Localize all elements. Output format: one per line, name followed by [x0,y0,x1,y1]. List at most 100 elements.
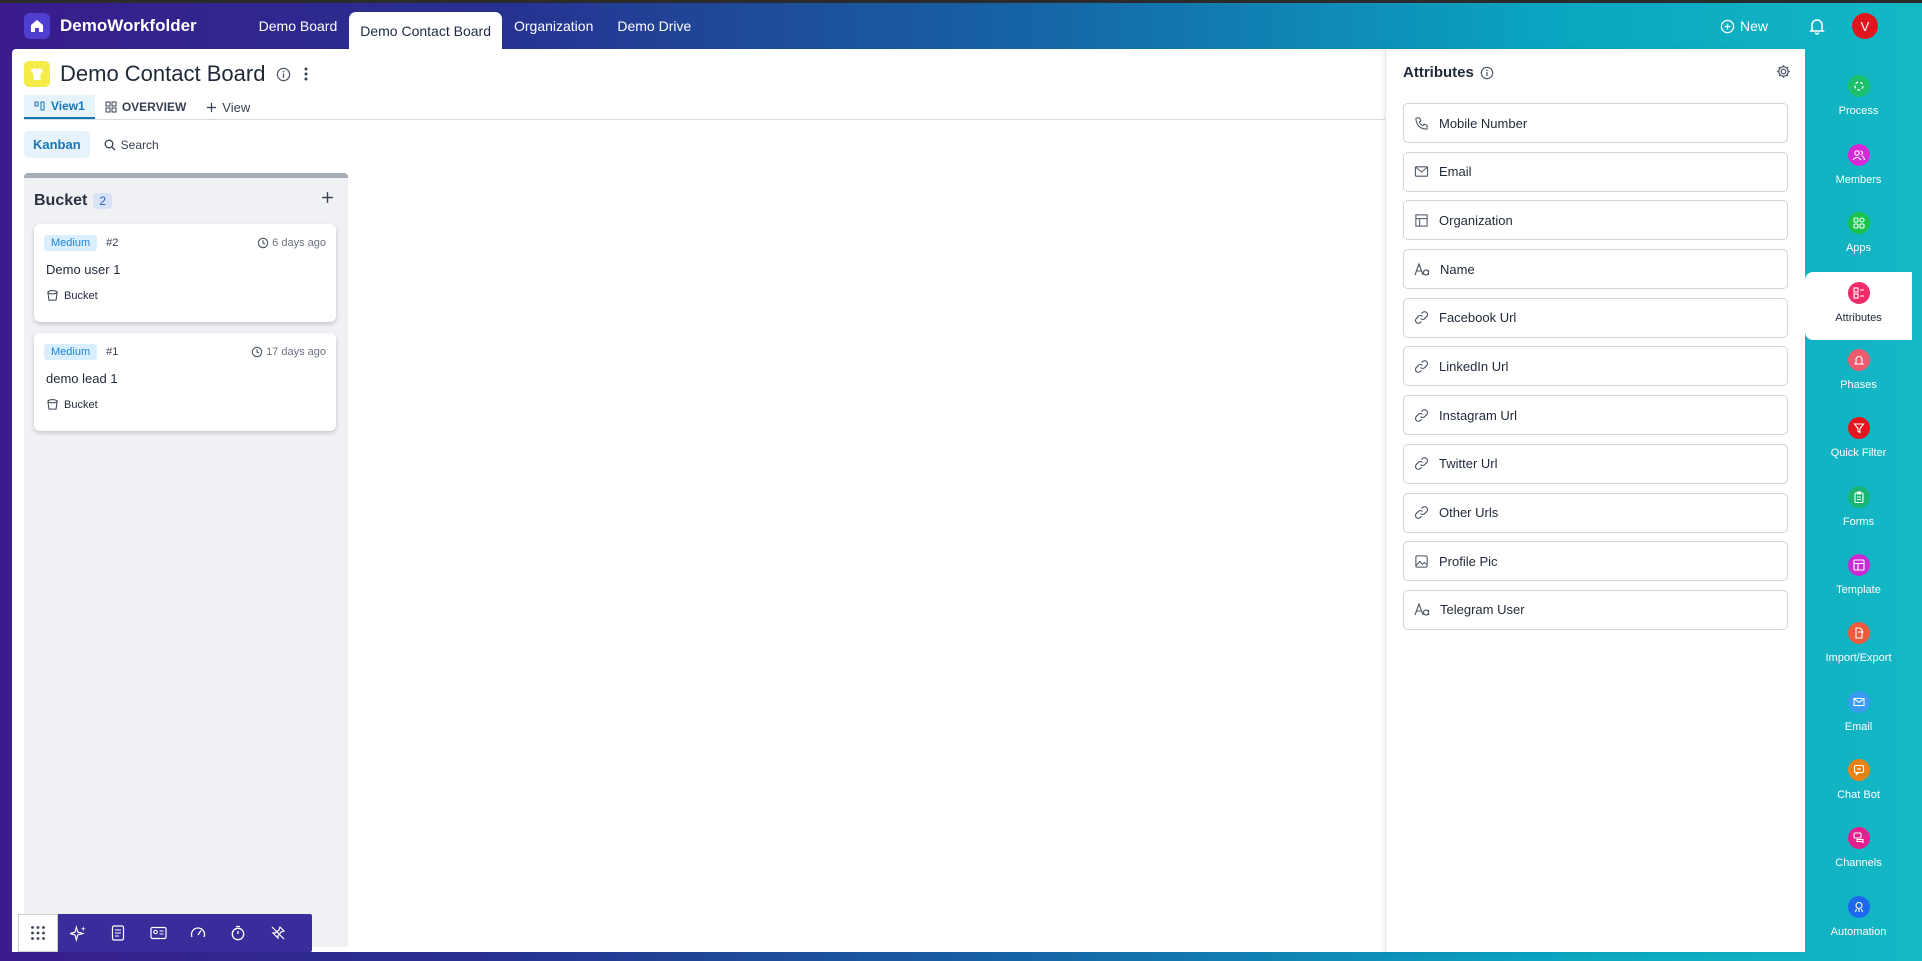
sidebar-item-quick-filter[interactable]: Quick Filter [1805,407,1912,475]
top-nav: DemoWorkfolder Demo Board Demo Contact B… [0,3,1922,49]
attribute-organization[interactable]: Organization [1403,200,1788,241]
kanban-button[interactable]: Kanban [24,131,90,158]
search-icon [104,139,116,150]
sidebar-label: Chat Bot [1837,789,1880,801]
dashboard-button[interactable] [178,914,218,952]
id-card-icon [149,926,167,940]
tab-overview-label: OVERVIEW [121,100,187,114]
image-icon [1415,555,1428,568]
sidebar-item-chat-bot[interactable]: Chat Bot [1805,749,1912,817]
file-transfer-icon [1847,622,1870,644]
sidebar-label: Members [1835,174,1882,186]
sidebar-item-apps[interactable]: Apps [1805,202,1912,270]
attribute-facebook-url[interactable]: Facebook Url [1403,297,1788,338]
info-icon[interactable] [1480,66,1494,80]
attribute-mobile-number[interactable]: Mobile Number [1403,103,1788,143]
notifications-button[interactable] [1808,17,1826,35]
attribute-name[interactable]: Name [1403,249,1788,290]
link-icon [1414,311,1429,325]
link-icon [1414,457,1429,471]
pin-off-icon [271,925,286,940]
clipboard-icon [1847,486,1870,508]
grid-dots-icon [31,926,45,940]
card-time: 17 days ago [251,346,326,358]
clock-icon [257,237,269,249]
sidebar-item-forms[interactable]: Forms [1805,476,1912,544]
sidebar-item-automation[interactable]: Automation [1805,886,1912,954]
sidebar-item-process[interactable]: Process [1805,65,1912,133]
sidebar-item-template[interactable]: Template [1805,544,1912,612]
card-item[interactable]: Medium #1 17 days ago demo lead 1 Bucket [34,333,336,431]
attribute-label: Email [1439,164,1472,180]
card-number: #2 [106,237,119,249]
attribute-linkedin-url[interactable]: LinkedIn Url [1403,346,1788,387]
column-title: Bucket [34,192,88,209]
sidebar-label: Channels [1835,857,1882,869]
card-time: 6 days ago [257,237,326,249]
attributes-panel: Attributes Mobile Number Email Organizat… [1385,49,1805,952]
kanban-column-bucket: Bucket 2 Medium #2 6 days ago Demo user … [24,173,348,947]
home-icon [31,20,43,32]
phone-icon [1415,116,1428,130]
link-icon [1414,408,1429,422]
link-icon [1414,360,1429,373]
ai-sparkle-button[interactable] [58,914,98,952]
attribute-label: Facebook Url [1439,310,1517,326]
attribute-email[interactable]: Email [1403,151,1788,192]
attribute-twitter-url[interactable]: Twitter Url [1403,443,1788,484]
attributes-settings-button[interactable] [1776,64,1791,79]
info-icon[interactable] [276,67,291,82]
search-button[interactable]: Search [98,132,165,158]
attribute-profile-pic[interactable]: Profile Pic [1403,541,1788,582]
card-item[interactable]: Medium #2 6 days ago Demo user 1 Bucket [34,224,336,322]
tab-organization[interactable]: Organization [502,8,605,44]
unpin-button[interactable] [258,914,298,952]
attributes-icon [1847,282,1870,304]
card-meta: Medium #2 6 days ago [44,235,326,251]
new-button[interactable]: New [1720,18,1768,34]
priority-badge: Medium [44,235,98,251]
sidebar-item-phases[interactable]: Phases [1805,339,1912,407]
card-bucket-label: Bucket [64,398,98,411]
add-view-button[interactable]: View [196,95,260,119]
plus-icon [322,192,333,203]
card-bucket: Bucket [46,398,98,411]
mail-icon [1847,691,1870,713]
sidebar-item-import-export[interactable]: Import/Export [1805,612,1912,680]
sidebar-label: Process [1838,105,1879,117]
user-avatar[interactable]: V [1852,13,1878,39]
bucket-icon [47,290,58,301]
clock-icon [251,346,263,358]
right-sidebar: Process Members Apps Attributes Phases Q… [1805,49,1912,961]
sidebar-item-members[interactable]: Members [1805,134,1912,202]
tab-overview[interactable]: OVERVIEW [95,95,196,119]
process-icon [1847,75,1870,97]
sidebar-label: Quick Filter [1830,447,1887,459]
tab-demo-drive[interactable]: Demo Drive [605,8,703,44]
home-button[interactable] [24,13,50,39]
attribute-telegram-user[interactable]: Telegram User [1403,589,1788,630]
brand: DemoWorkfolder [24,13,197,39]
sidebar-item-attributes[interactable]: Attributes [1805,272,1912,340]
apps-grid-button[interactable] [18,914,58,952]
notes-button[interactable] [98,914,138,952]
sidebar-item-channels[interactable]: Channels [1805,817,1912,885]
gauge-icon [190,927,206,938]
tab-demo-board[interactable]: Demo Board [247,8,350,44]
more-options-icon[interactable] [303,66,309,82]
card-time-label: 6 days ago [272,237,326,249]
attribute-instagram-url[interactable]: Instagram Url [1403,395,1788,436]
sidebar-item-email[interactable]: Email [1805,681,1912,749]
attributes-header: Attributes [1403,64,1494,81]
card-title: Demo user 1 [46,262,121,277]
timer-button[interactable] [218,914,258,952]
contact-card-button[interactable] [138,914,178,952]
new-button-label: New [1739,18,1768,34]
robot-icon [1847,896,1870,918]
add-card-button[interactable] [321,191,334,204]
bottom-dock [18,914,312,952]
attribute-other-urls[interactable]: Other Urls [1403,492,1788,533]
tab-view1[interactable]: View1 [24,95,95,119]
tab-demo-contact-board[interactable]: Demo Contact Board [349,12,502,49]
attribute-label: Organization [1439,212,1513,228]
